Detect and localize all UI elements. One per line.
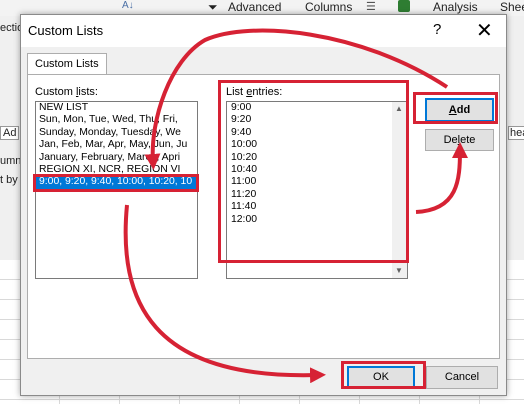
entry-line: 9:20 <box>231 114 252 126</box>
side-label-sort-by: t by <box>0 174 18 186</box>
left-window-edge <box>0 16 20 266</box>
entry-line: 9:40 <box>231 126 252 138</box>
custom-lists-panel: Custom lists: NEW LIST Sun, Mon, Tue, Wed… <box>27 74 500 359</box>
custom-lists-listbox[interactable]: NEW LIST Sun, Mon, Tue, Wed, Thu, Fri, Sun… <box>35 101 198 279</box>
scroll-up-icon[interactable]: ▲ <box>395 104 403 113</box>
sort-icon[interactable]: A↓ <box>122 0 134 11</box>
close-icon[interactable]: ✕ <box>476 18 493 43</box>
tab-custom-lists[interactable]: Custom Lists <box>27 53 107 74</box>
dialog-title: Custom Lists <box>28 23 104 38</box>
list-item[interactable]: 9:00, 9:20, 9:40, 10:00, 10:20, 10 <box>36 176 197 189</box>
add-button[interactable]: Add <box>425 98 494 122</box>
side-label-umn: umn <box>0 155 22 167</box>
entries-scrollbar[interactable]: ▲ ▼ <box>392 102 407 278</box>
entry-line: 11:40 <box>231 201 257 213</box>
list-item[interactable]: January, February, March, Apri <box>36 152 197 164</box>
right-window-edge <box>505 16 524 266</box>
data-validation-icon[interactable] <box>398 0 410 12</box>
entry-line: 10:00 <box>231 139 258 151</box>
list-item[interactable]: REGION XI, NCR, REGION VI <box>36 164 197 176</box>
advanced-filter-button[interactable]: Advanced <box>228 0 281 14</box>
dialog-titlebar[interactable]: Custom Lists ? ✕ <box>21 15 506 47</box>
entry-line: 11:00 <box>231 176 257 188</box>
entry-line: 9:00 <box>231 102 252 113</box>
entry-line: 10:20 <box>231 151 258 163</box>
scroll-down-icon[interactable]: ▼ <box>395 266 403 275</box>
list-item[interactable]: NEW LIST <box>36 102 197 114</box>
help-icon[interactable]: ? <box>433 21 441 38</box>
entry-line: 11:20 <box>231 188 257 200</box>
text-to-columns-button[interactable]: Columns <box>305 0 352 14</box>
list-item[interactable]: Jan, Feb, Mar, Apr, May, Jun, Ju <box>36 139 197 151</box>
entry-line: 10:40 <box>231 163 258 175</box>
list-item[interactable]: Sun, Mon, Tue, Wed, Thu, Fri, <box>36 114 197 126</box>
filter-arrow-icon: ⏷ <box>208 0 218 14</box>
side-header-button[interactable]: hea <box>508 126 524 140</box>
entry-line: 12:00 <box>231 213 258 225</box>
delete-button[interactable]: Delete <box>425 129 494 151</box>
custom-lists-label: Custom lists: <box>35 86 98 98</box>
sheet-tab-fragment: Shee <box>500 0 524 14</box>
list-item[interactable]: Sunday, Monday, Tuesday, We <box>36 127 197 139</box>
ok-button[interactable]: OK <box>347 366 415 389</box>
cancel-button[interactable]: Cancel <box>426 366 498 389</box>
list-entries-textbox[interactable]: 9:00 9:20 9:40 10:00 10:20 10:40 11:00 11:20 11:… <box>226 101 408 279</box>
side-add-button[interactable]: Ad <box>0 126 20 140</box>
analysis-group: Analysis <box>433 0 478 14</box>
list-entries-label: List entries: <box>226 86 283 98</box>
flash-fill-icon[interactable]: ☰ <box>366 0 376 13</box>
custom-lists-dialog: Custom Lists ? ✕ Custom Lists Custom lis… <box>20 14 507 396</box>
